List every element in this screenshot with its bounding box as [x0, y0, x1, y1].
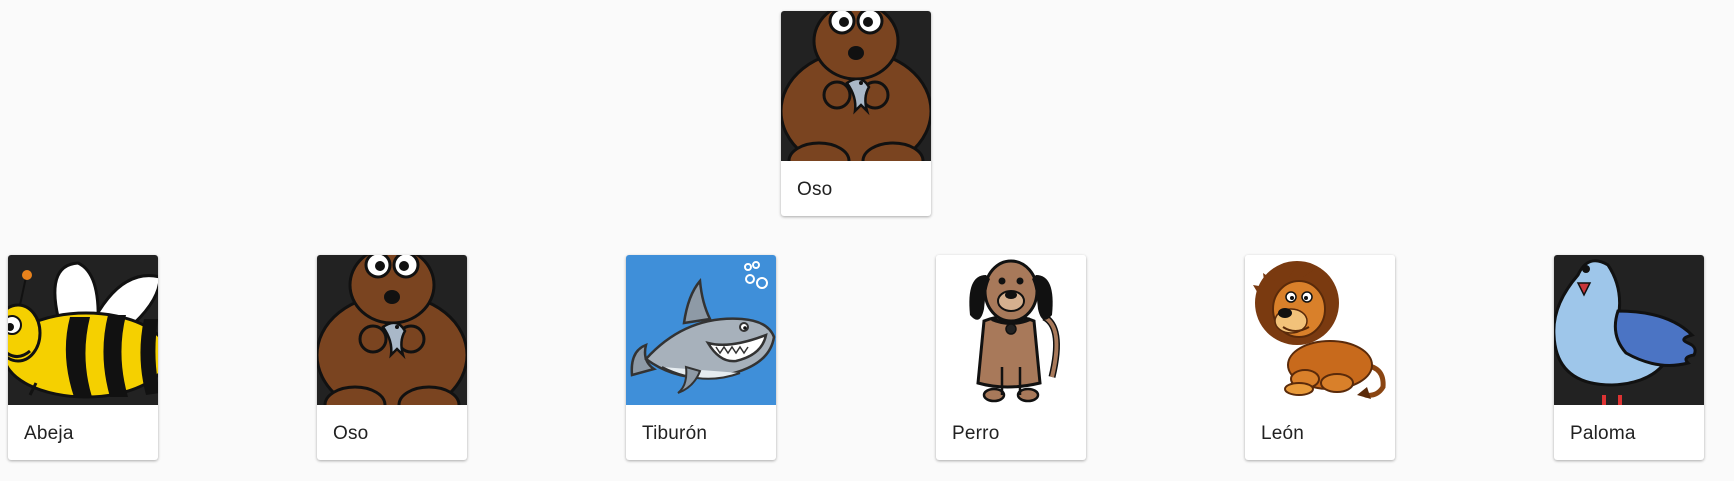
animal-card-leon[interactable]: León	[1245, 255, 1395, 460]
featured-animal-card[interactable]: Oso	[781, 11, 931, 216]
animal-card-tiburon[interactable]: Tiburón	[626, 255, 776, 460]
card-label: Paloma	[1570, 423, 1636, 444]
bear-icon	[317, 255, 467, 405]
pigeon-icon	[1554, 255, 1704, 405]
bee-icon	[8, 255, 158, 405]
card-label: Oso	[333, 423, 369, 444]
dog-icon	[936, 255, 1086, 405]
animal-card-oso[interactable]: Oso	[317, 255, 467, 460]
card-label: Tiburón	[642, 423, 708, 444]
animal-card-perro[interactable]: Perro	[936, 255, 1086, 460]
card-label: Abeja	[24, 423, 74, 444]
bear-icon	[781, 11, 931, 161]
lion-icon	[1245, 255, 1395, 405]
card-label: Perro	[952, 423, 1000, 444]
card-label: León	[1261, 423, 1305, 444]
animal-card-abeja[interactable]: Abeja	[8, 255, 158, 460]
card-label: Oso	[797, 179, 833, 200]
animal-card-paloma[interactable]: Paloma	[1554, 255, 1704, 460]
shark-icon	[626, 255, 776, 405]
